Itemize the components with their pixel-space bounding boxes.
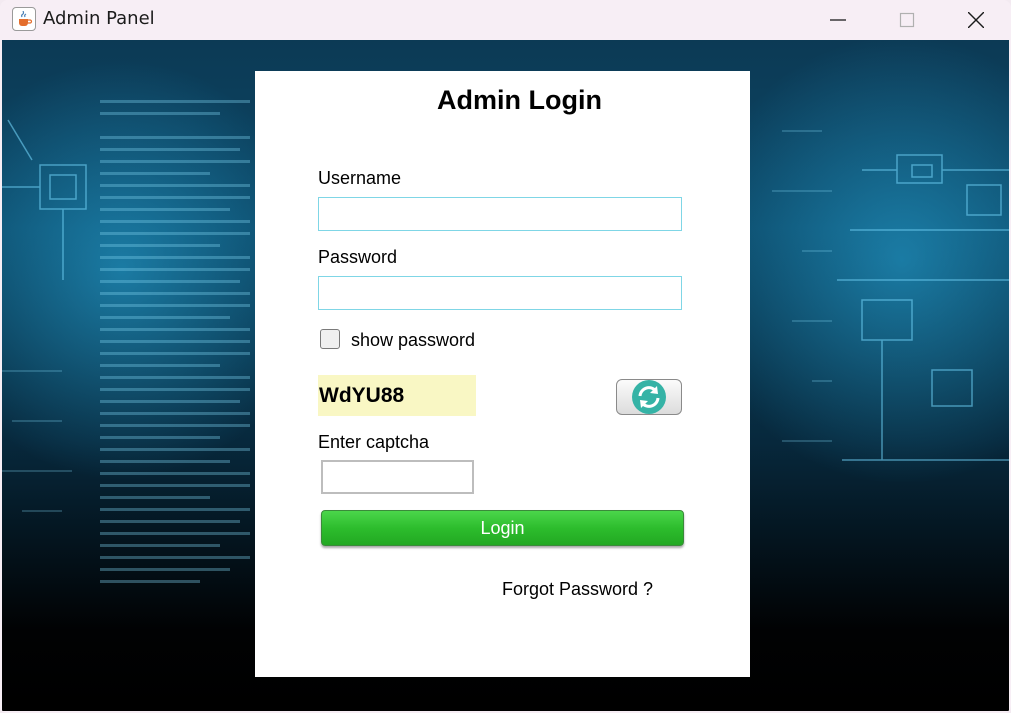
- captcha-text: WdYU88: [319, 384, 405, 407]
- content-area: Admin Login Username Password show passw…: [2, 40, 1009, 711]
- maximize-button[interactable]: [872, 0, 942, 40]
- login-button[interactable]: Login: [321, 510, 684, 546]
- show-password-label: show password: [351, 330, 476, 350]
- refresh-icon: [632, 380, 666, 414]
- login-panel: Admin Login Username Password show passw…: [255, 71, 750, 677]
- username-label: Username: [318, 168, 402, 188]
- captcha-input[interactable]: [321, 460, 474, 494]
- app-window: Admin Panel Admin Login Username Passwor…: [0, 0, 1011, 713]
- minimize-button[interactable]: [803, 0, 873, 40]
- title-bar: Admin Panel: [0, 0, 1011, 40]
- close-icon: [968, 12, 984, 28]
- close-button[interactable]: [941, 0, 1011, 40]
- password-label: Password: [318, 247, 398, 267]
- window-title: Admin Panel: [43, 8, 155, 29]
- captcha-display: WdYU88: [318, 375, 476, 416]
- page-title: Admin Login: [437, 85, 602, 115]
- java-cup-icon: [12, 7, 36, 31]
- refresh-captcha-button[interactable]: [616, 379, 682, 415]
- password-field[interactable]: [318, 276, 682, 310]
- username-field[interactable]: [318, 197, 682, 231]
- captcha-label: Enter captcha: [318, 432, 430, 452]
- maximize-icon: [899, 12, 915, 28]
- show-password-checkbox[interactable]: [320, 329, 340, 349]
- forgot-password-link[interactable]: Forgot Password ?: [502, 579, 653, 600]
- minimize-icon: [830, 19, 846, 21]
